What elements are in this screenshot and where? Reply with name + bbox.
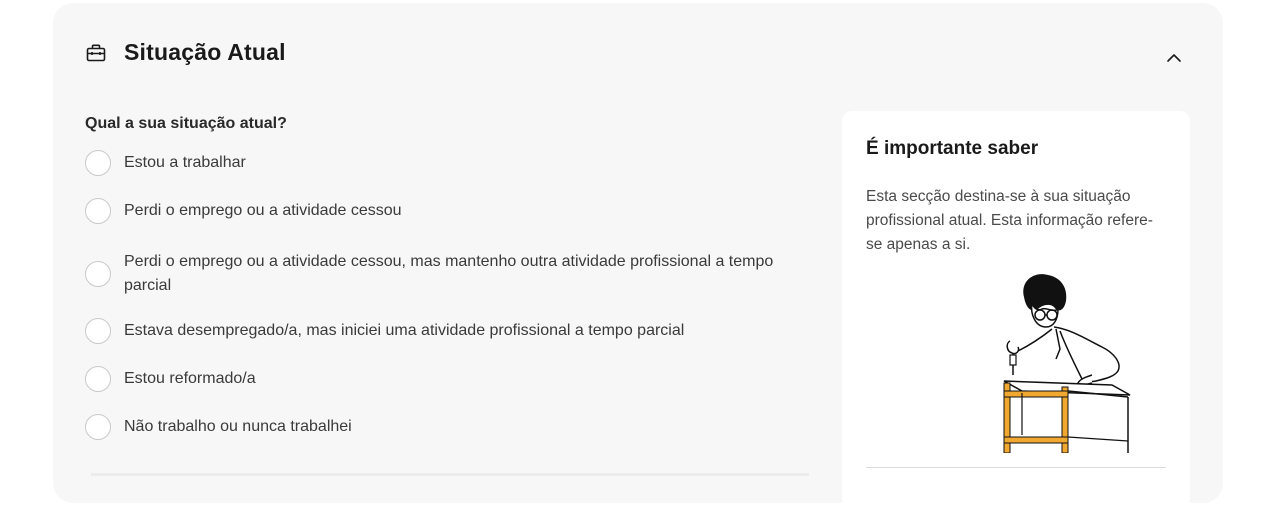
info-title: É importante saber	[866, 138, 1039, 159]
radio-button[interactable]	[85, 198, 111, 224]
info-panel: É importante saber Esta secção destina-s…	[842, 111, 1190, 511]
question-label: Qual a sua situação atual?	[85, 115, 287, 132]
radio-option-lost-job[interactable]: Perdi o emprego ou a atividade cessou	[85, 198, 784, 224]
radio-option-not-working[interactable]: Não trabalho ou nunca trabalhei	[85, 414, 784, 440]
person-assembling-furniture-illustration	[982, 267, 1142, 454]
collapse-button[interactable]	[1163, 48, 1185, 70]
radio-option-label: Estava desempregado/a, mas iniciei uma a…	[124, 322, 685, 339]
radio-option-label: Estou a trabalhar	[124, 154, 246, 171]
briefcase-icon	[85, 42, 107, 64]
info-text: Esta secção destina-se à sua situação pr…	[866, 188, 1153, 253]
radio-option-lost-job-part-time[interactable]: Perdi o emprego ou a atividade cessou, m…	[85, 250, 784, 298]
radio-button[interactable]	[85, 150, 111, 176]
section-title: Situação Atual	[124, 39, 286, 65]
radio-button[interactable]	[85, 414, 111, 440]
info-divider	[866, 467, 1166, 468]
radio-button[interactable]	[85, 318, 111, 344]
radio-option-label: Estou reformado/a	[124, 370, 256, 387]
radio-button[interactable]	[85, 261, 111, 287]
radio-option-label: Perdi o emprego ou a atividade cessou	[124, 202, 402, 219]
radio-option-label: Perdi o emprego ou a atividade cessou, m…	[124, 253, 774, 294]
section-header: Situação Atual	[85, 39, 286, 66]
radio-option-working[interactable]: Estou a trabalhar	[85, 150, 784, 176]
radio-button[interactable]	[85, 366, 111, 392]
radio-option-label: Não trabalho ou nunca trabalhei	[124, 418, 352, 435]
radio-option-retired[interactable]: Estou reformado/a	[85, 366, 784, 392]
section-divider	[91, 473, 809, 476]
radio-option-unemployed-part-time[interactable]: Estava desempregado/a, mas iniciei uma a…	[85, 318, 784, 344]
chevron-up-icon	[1166, 50, 1182, 68]
situation-card: Situação Atual Qual a sua situação atual…	[53, 3, 1223, 511]
